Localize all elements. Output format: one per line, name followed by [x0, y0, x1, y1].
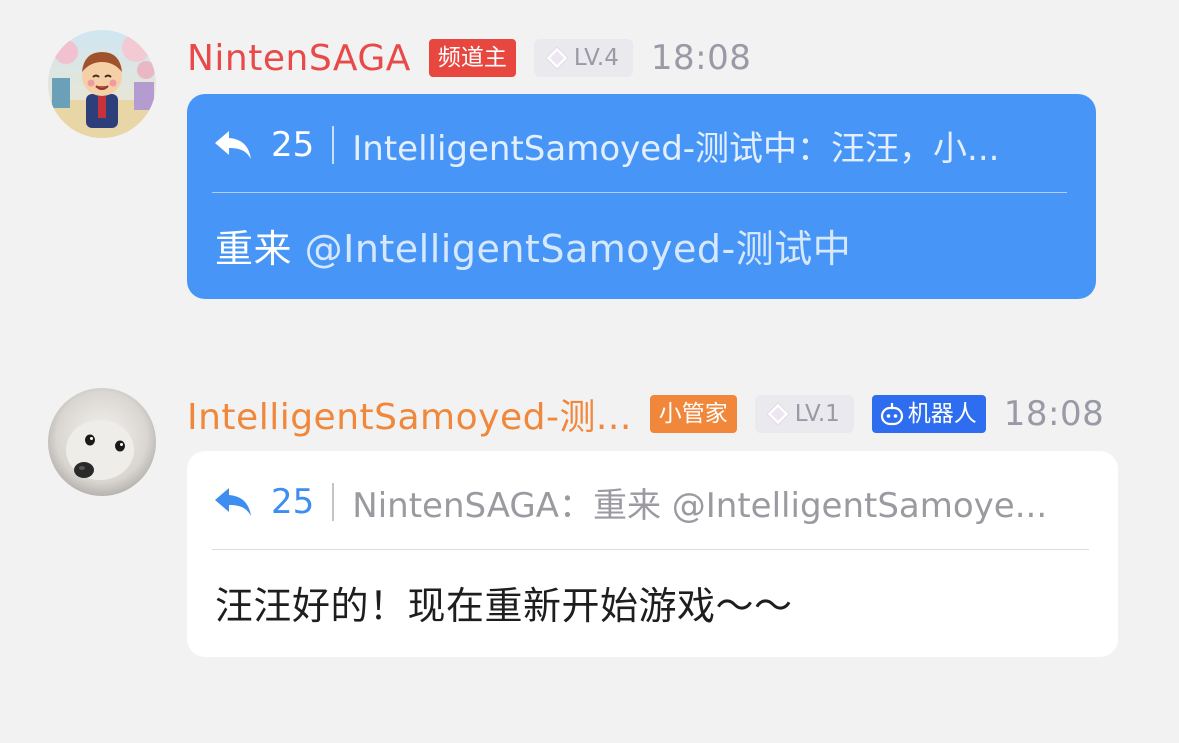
- role-badge: 小管家: [649, 395, 737, 433]
- message-body: 重来: [215, 227, 293, 271]
- message-text: 重来 @IntelligentSamoyed-测试中: [215, 218, 851, 273]
- mention-link[interactable]: @IntelligentSamoyed-测试中: [305, 227, 852, 271]
- username[interactable]: IntelligentSamoyed-测...: [187, 388, 632, 440]
- role-badge: 频道主: [428, 39, 516, 77]
- separator: [332, 126, 335, 164]
- message-header: IntelligentSamoyed-测... 小管家 LV.1 机器人 18:…: [187, 392, 1105, 438]
- quote-divider: [212, 549, 1089, 550]
- quote-divider: [212, 192, 1067, 193]
- reply-quote[interactable]: 25 IntelligentSamoyed-测试中：汪汪，小...: [213, 120, 1071, 170]
- timestamp: 18:08: [650, 38, 752, 78]
- level-badge: LV.4: [533, 39, 633, 77]
- user-avatar[interactable]: [48, 388, 156, 496]
- reply-icon: [213, 486, 253, 518]
- level-diamond-icon: [766, 402, 790, 426]
- username[interactable]: NintenSAGA: [187, 38, 411, 79]
- reply-icon: [213, 129, 253, 161]
- reply-quote[interactable]: 25 NintenSAGA：重来 @IntelligentSamoye...: [213, 477, 1093, 527]
- level-label: LV.1: [794, 401, 840, 427]
- level-diamond-icon: [545, 46, 569, 70]
- reply-count: 25: [271, 125, 315, 165]
- quoted-text: IntelligentSamoyed-测试中：汪汪，小...: [352, 128, 1000, 169]
- message-text: 汪汪好的！现在重新开始游戏～～: [215, 575, 793, 630]
- avatar-samoyed-dog-icon: [48, 388, 156, 496]
- bot-badge: 机器人: [871, 395, 986, 433]
- quoted-text: NintenSAGA：重来 @IntelligentSamoye...: [352, 485, 1048, 526]
- separator: [332, 483, 335, 521]
- level-label: LV.4: [573, 45, 619, 71]
- message-header: NintenSAGA 频道主 LV.4 18:08: [187, 36, 751, 80]
- reply-count: 25: [271, 482, 315, 522]
- level-badge: LV.1: [754, 395, 854, 433]
- message-bubble[interactable]: 25 NintenSAGA：重来 @IntelligentSamoye... 汪…: [187, 451, 1118, 657]
- avatar-cartoon-villager-icon: [48, 30, 156, 138]
- user-avatar[interactable]: [48, 30, 156, 138]
- robot-icon: [880, 403, 903, 426]
- bot-label: 机器人: [907, 401, 977, 427]
- message-body: 汪汪好的！现在重新开始游戏～～: [215, 584, 793, 628]
- message-bubble[interactable]: 25 IntelligentSamoyed-测试中：汪汪，小... 重来 @In…: [187, 94, 1096, 299]
- timestamp: 18:08: [1003, 394, 1105, 434]
